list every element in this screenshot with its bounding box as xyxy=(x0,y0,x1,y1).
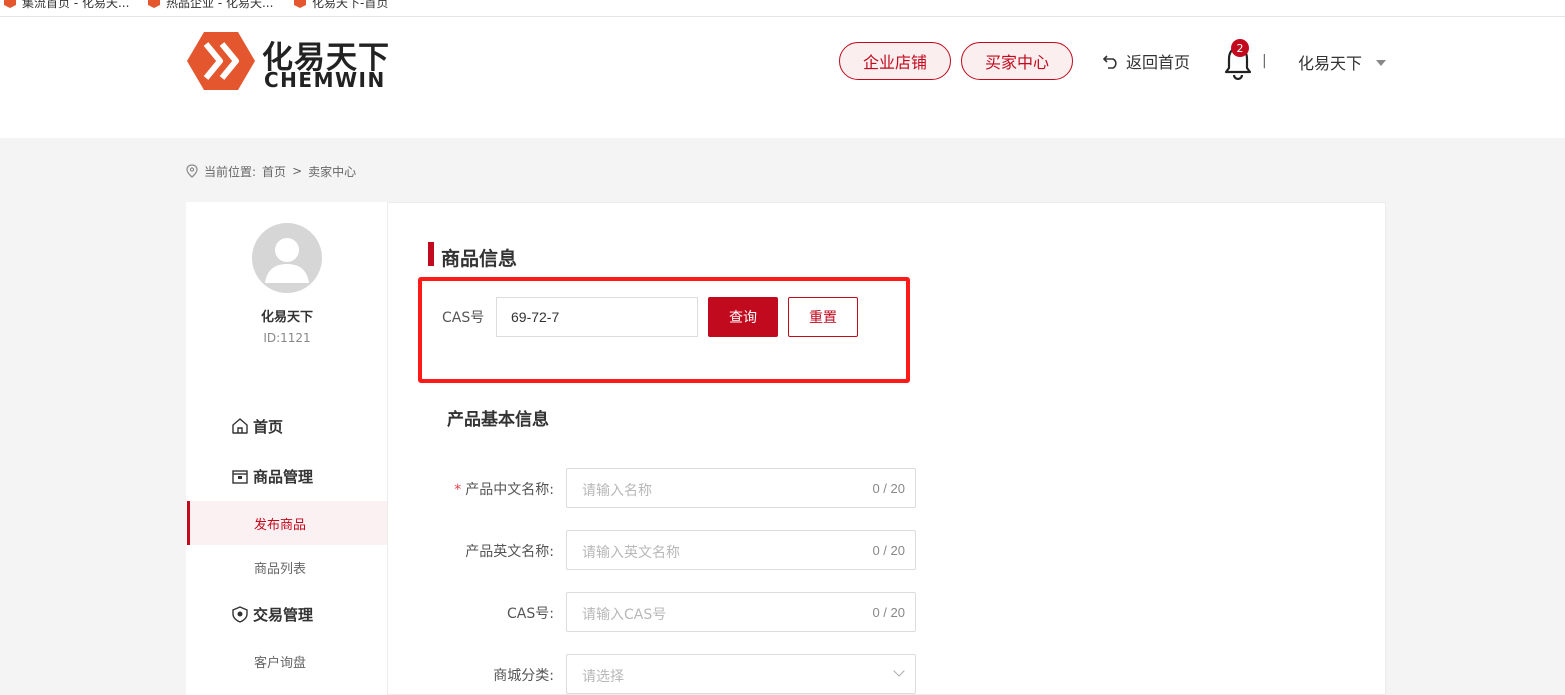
input-placeholder: 请输入名称 xyxy=(582,483,652,499)
home-icon xyxy=(232,418,248,434)
section-title: 商品信息 xyxy=(441,248,518,270)
sidebar-item-goods-management[interactable]: 商品管理 xyxy=(231,465,313,487)
product-en-name-input[interactable]: 请输入英文名称 0 / 20 xyxy=(566,530,916,570)
sidebar-item-label: 首页 xyxy=(253,417,284,436)
breadcrumb-separator: > xyxy=(292,164,303,178)
breadcrumb: 当前位置: 首页 > 卖家中心 xyxy=(186,162,356,180)
char-counter: 0 / 20 xyxy=(872,481,905,496)
bookmark-item[interactable]: 热品企业 - 化易天... xyxy=(148,0,273,10)
chevron-down-icon xyxy=(893,665,905,677)
cas-search-label: CAS号 xyxy=(442,310,485,326)
location-pin-icon xyxy=(186,164,198,178)
sidebar-user-name: 化易天下 xyxy=(260,310,313,325)
buyer-center-button[interactable]: 买家中心 xyxy=(961,42,1073,80)
sidebar-item-trade-management[interactable]: 交易管理 xyxy=(231,603,313,625)
caret-down-icon[interactable] xyxy=(1376,60,1386,66)
query-button[interactable]: 查询 xyxy=(708,297,778,337)
breadcrumb-prefix: 当前位置: xyxy=(204,164,257,179)
site-logo[interactable]: 化易天下 CHEMWIN xyxy=(186,30,406,92)
bookmark-label: 化易天下-首页 xyxy=(312,0,389,10)
chemwin-logo-icon xyxy=(187,32,255,90)
chemwin-favicon-icon xyxy=(294,0,306,8)
bookmark-item[interactable]: 集流首页 - 化易天... xyxy=(4,0,129,10)
required-asterisk: * xyxy=(454,482,462,498)
char-counter: 0 / 20 xyxy=(872,605,905,620)
cas-field-input[interactable]: 请输入CAS号 0 / 20 xyxy=(566,592,916,632)
cas-search-input[interactable] xyxy=(496,297,698,337)
user-avatar-icon xyxy=(265,238,309,283)
bookmark-label: 集流首页 - 化易天... xyxy=(22,0,130,10)
avatar xyxy=(252,223,322,293)
sidebar-item-home[interactable]: 首页 xyxy=(231,415,283,437)
header-separator: | xyxy=(1262,53,1267,69)
chemwin-favicon-icon xyxy=(4,0,16,8)
product-cn-name-input[interactable]: 请输入名称 0 / 20 xyxy=(566,468,916,508)
sidebar-item-label: 交易管理 xyxy=(253,605,314,624)
category-select[interactable]: 请选择 xyxy=(566,654,916,694)
back-home-link[interactable]: 返回首页 xyxy=(1102,50,1190,72)
user-menu[interactable]: 化易天下 xyxy=(1298,50,1362,74)
bookmark-label: 热品企业 - 化易天... xyxy=(166,0,274,10)
breadcrumb-current: 卖家中心 xyxy=(308,164,357,179)
sidebar-item-publish-goods[interactable]: 发布商品 xyxy=(187,501,387,545)
basic-info-title: 产品基本信息 xyxy=(447,410,549,430)
sidebar-user-id: ID:1121 xyxy=(263,331,311,345)
shop-box-icon xyxy=(232,470,248,484)
enterprise-store-button[interactable]: 企业店铺 xyxy=(839,42,951,80)
input-placeholder: 请输入英文名称 xyxy=(582,545,680,561)
char-counter: 0 / 20 xyxy=(872,543,905,558)
sidebar-item-customer-inquiry[interactable]: 客户询盘 xyxy=(187,639,387,683)
undo-arrow-icon xyxy=(1102,55,1117,69)
product-en-name-label: 产品英文名称: xyxy=(465,544,554,560)
sidebar-item-goods-list[interactable]: 商品列表 xyxy=(187,545,387,589)
notification-badge: 2 xyxy=(1231,39,1249,57)
chemwin-favicon-icon xyxy=(148,0,160,8)
logo-text-en: CHEMWIN xyxy=(264,68,386,92)
input-placeholder: 请输入CAS号 xyxy=(582,607,667,623)
section-accent-bar xyxy=(428,242,434,266)
cas-field-label: CAS号: xyxy=(507,606,554,622)
shield-badge-icon xyxy=(232,606,248,623)
product-cn-name-label: * 产品中文名称: xyxy=(404,479,554,499)
breadcrumb-home[interactable]: 首页 xyxy=(262,163,286,180)
sidebar-item-label: 商品管理 xyxy=(253,467,314,486)
bookmark-item[interactable]: 化易天下-首页 xyxy=(294,0,388,10)
bookmarks-bar: 集流首页 - 化易天... 热品企业 - 化易天... 化易天下-首页 xyxy=(0,0,1565,17)
category-label: 商城分类: xyxy=(493,668,554,684)
field-label-text: 产品中文名称: xyxy=(465,482,554,498)
select-placeholder: 请选择 xyxy=(582,669,624,685)
back-home-label: 返回首页 xyxy=(1126,53,1191,72)
reset-button[interactable]: 重置 xyxy=(788,297,858,337)
